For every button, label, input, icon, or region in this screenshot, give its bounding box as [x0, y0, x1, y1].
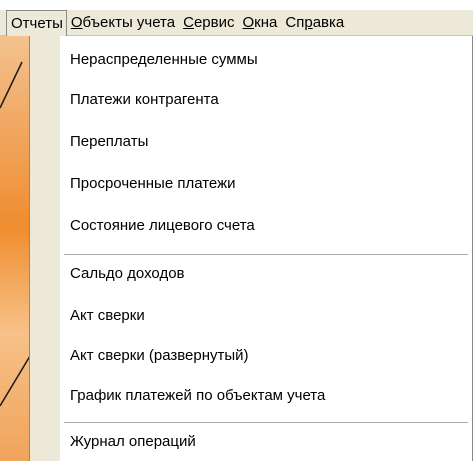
menu-item-overdue-payments[interactable]: Просроченные платежи — [60, 166, 472, 202]
menu-icon-gutter — [30, 36, 60, 461]
menu-help[interactable]: Справка — [281, 10, 348, 36]
menu-item-reconciliation-act[interactable]: Акт сверки — [60, 298, 472, 334]
menu-item-income-balance[interactable]: Сальдо доходов — [60, 256, 472, 292]
menu-item-account-status[interactable]: Состояние лицевого счета — [60, 208, 472, 244]
menu-item-reconciliation-act-expanded[interactable]: Акт сверки (развернутый) — [60, 338, 472, 374]
menu-accounting-objects[interactable]: Объекты учета — [67, 10, 179, 36]
menu-windows[interactable]: Окна — [239, 10, 282, 36]
menu-item-counterparty-payments[interactable]: Платежи контрагента — [60, 82, 472, 118]
menu-service[interactable]: Сервис — [179, 10, 238, 36]
menu-bar: Отчеты Объекты учета Сервис Окна Справка — [0, 9, 473, 36]
menu-item-unallocated-amounts[interactable]: Нераспределенные суммы — [60, 42, 472, 78]
menu-item-overpayments[interactable]: Переплаты — [60, 124, 472, 160]
menu-item-payment-schedule[interactable]: График платежей по объектам учета — [60, 378, 472, 414]
menu-item-operations-log[interactable]: Журнал операций — [60, 424, 472, 460]
menu-reports[interactable]: Отчеты — [6, 9, 67, 36]
reports-dropdown-menu: Нераспределенные суммы Платежи контраген… — [29, 36, 473, 461]
